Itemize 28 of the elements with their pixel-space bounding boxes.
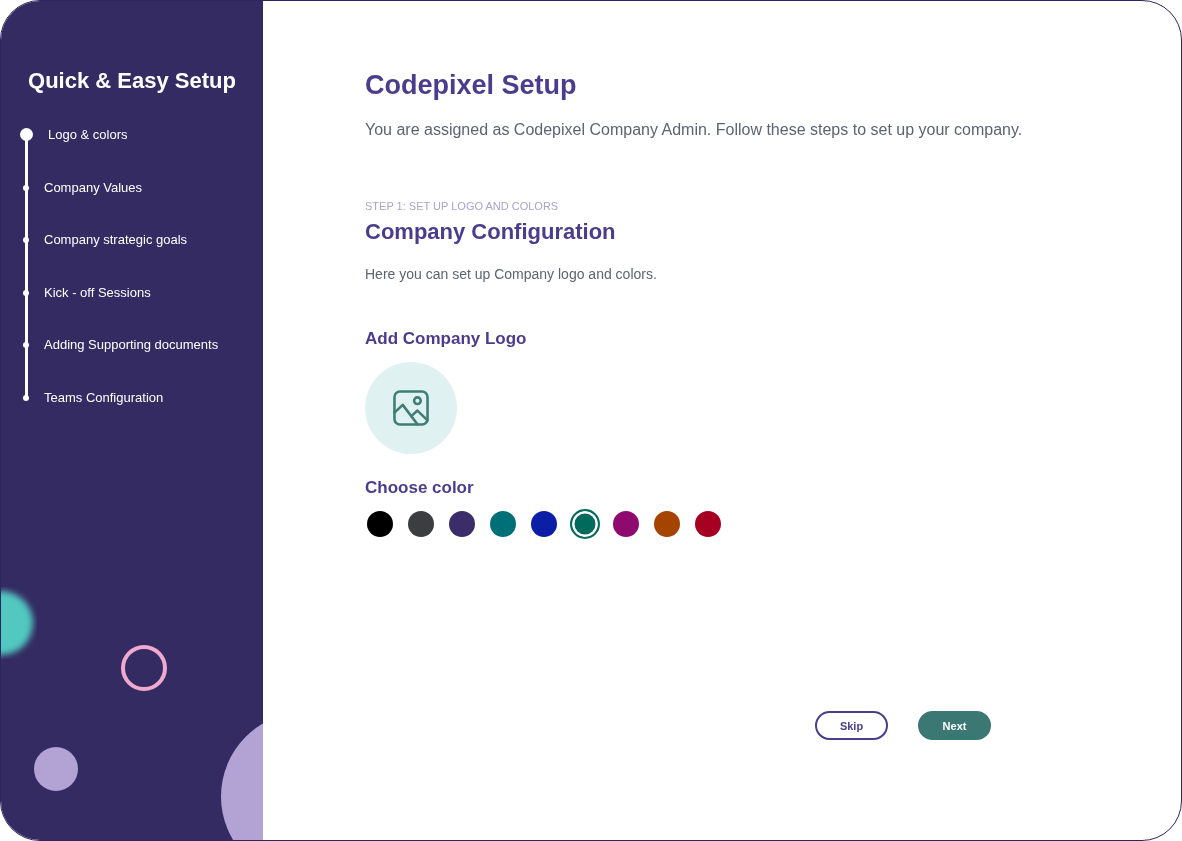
sidebar-title: Quick & Easy Setup xyxy=(27,67,237,95)
color-swatch[interactable] xyxy=(531,511,557,537)
color-swatch[interactable] xyxy=(490,511,516,537)
small-circle xyxy=(34,747,78,791)
logo-label: Add Company Logo xyxy=(365,328,527,350)
color-swatch[interactable] xyxy=(654,511,680,537)
section-description: Here you can set up Company logo and colors. xyxy=(365,265,657,283)
skip-button[interactable]: Skip xyxy=(815,711,888,740)
step-label[interactable]: Logo & colors xyxy=(48,127,128,143)
next-button[interactable]: Next xyxy=(918,711,991,740)
step-label[interactable]: Teams Configuration xyxy=(44,389,164,406)
color-swatch[interactable] xyxy=(570,509,600,539)
color-swatch[interactable] xyxy=(613,511,639,537)
section-title: Company Configuration xyxy=(365,218,616,246)
color-swatch[interactable] xyxy=(367,511,393,537)
step-label[interactable]: Company Values xyxy=(44,179,143,196)
color-swatch[interactable] xyxy=(408,511,434,537)
ring-shape xyxy=(121,645,167,691)
step-label[interactable]: Kick - off Sessions xyxy=(44,284,151,301)
color-label: Choose color xyxy=(365,477,474,499)
step-label[interactable]: Company strategic goals xyxy=(44,232,188,249)
page-title: Codepixel Setup xyxy=(365,69,577,102)
color-swatch[interactable] xyxy=(449,511,475,537)
step-caption: STEP 1: SET UP LOGO AND COLORS xyxy=(365,199,559,213)
step-label[interactable]: Adding Supporting documents xyxy=(44,337,219,354)
color-swatch[interactable] xyxy=(695,511,721,537)
image-icon xyxy=(393,390,429,426)
intro-text: You are assigned as Codepixel Company Admin. Follow these steps to set up your company. xyxy=(365,120,1023,140)
